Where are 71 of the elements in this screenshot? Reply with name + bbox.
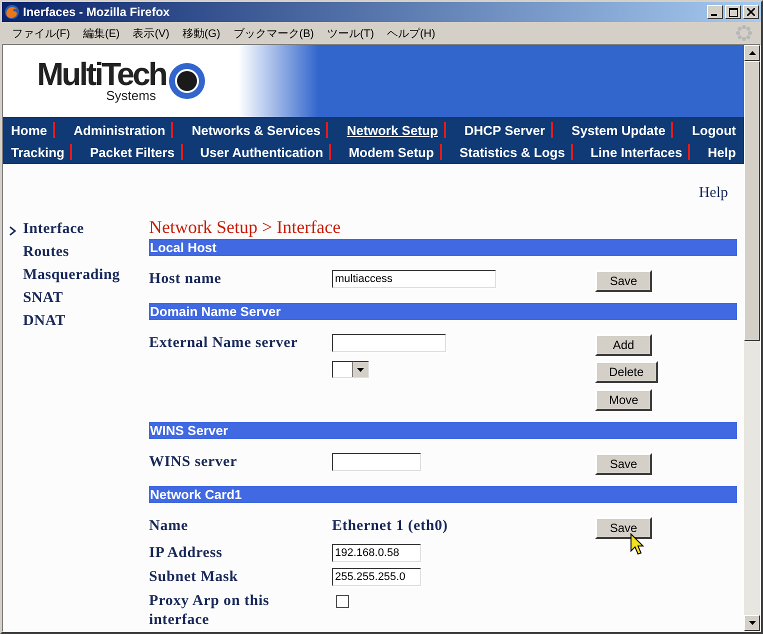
nav-link[interactable]: Network Setup bbox=[346, 122, 438, 138]
maximize-icon bbox=[728, 8, 738, 16]
field-label: Name bbox=[149, 517, 190, 536]
section-header: Domain Name Server bbox=[149, 303, 737, 320]
form-button[interactable]: Save bbox=[595, 517, 652, 539]
section-header: WINS Server bbox=[149, 422, 737, 439]
section-header: Local Host bbox=[149, 239, 737, 256]
nav-link[interactable]: DHCP Server bbox=[464, 122, 546, 138]
dropdown[interactable] bbox=[332, 361, 369, 378]
dropdown-arrow-icon bbox=[357, 368, 364, 372]
close-button[interactable] bbox=[743, 5, 759, 19]
menu-item[interactable]: ツール(T) bbox=[322, 26, 383, 40]
down-arrow-icon bbox=[748, 621, 756, 625]
menu-item[interactable]: 移動(G) bbox=[178, 26, 230, 40]
field-label: IP Address bbox=[149, 544, 224, 563]
minimize-button[interactable] bbox=[707, 5, 723, 19]
throbber-icon bbox=[735, 24, 753, 42]
field-value: Ethernet 1 (eth0) bbox=[332, 517, 449, 536]
sidebar-item[interactable]: Routes bbox=[7, 244, 69, 261]
nav-link[interactable]: Home bbox=[11, 122, 48, 138]
input-field[interactable]: 192.168.0.58 bbox=[332, 544, 421, 562]
field-label: Host name bbox=[149, 270, 222, 289]
field-label: Proxy Arp on this interface bbox=[149, 592, 270, 630]
nav-link[interactable]: Networks & Services bbox=[192, 122, 320, 138]
logo-wordmark: MultiTech bbox=[37, 59, 166, 89]
input-field[interactable] bbox=[332, 453, 421, 471]
menu-item[interactable]: 表示(V) bbox=[128, 26, 178, 40]
nav-link[interactable]: Packet Filters bbox=[90, 144, 175, 160]
close-icon bbox=[747, 8, 755, 16]
sidebar-item[interactable]: SNAT bbox=[7, 290, 64, 307]
up-arrow-icon bbox=[748, 51, 756, 55]
page-title: Network Setup > Interface bbox=[149, 216, 342, 238]
mouse-cursor-icon bbox=[630, 533, 644, 555]
checkbox[interactable] bbox=[336, 595, 349, 608]
maximize-button[interactable] bbox=[725, 5, 741, 19]
nav-link[interactable]: Administration bbox=[74, 122, 166, 138]
menu-item[interactable]: ファイル(F) bbox=[8, 26, 80, 40]
form-button[interactable]: Move bbox=[595, 389, 652, 411]
nav-link[interactable]: Modem Setup bbox=[348, 144, 434, 160]
field-label: External Name server bbox=[149, 334, 299, 353]
sidebar-item[interactable]: Masquerading bbox=[7, 267, 120, 284]
form-button[interactable]: Save bbox=[595, 270, 652, 292]
input-field[interactable]: 255.255.255.0 bbox=[332, 568, 421, 586]
input-field[interactable]: multiaccess bbox=[332, 270, 496, 288]
form-button[interactable]: Delete bbox=[595, 361, 658, 383]
logo-subtitle: Systems bbox=[106, 89, 156, 103]
nav-link[interactable]: Statistics & Logs bbox=[459, 144, 565, 160]
nav-link[interactable]: Tracking bbox=[11, 144, 64, 160]
scroll-down-button[interactable] bbox=[744, 615, 760, 631]
scroll-thumb[interactable] bbox=[744, 61, 760, 341]
nav-link[interactable]: Help bbox=[708, 144, 736, 160]
menu-item[interactable]: ブックマーク(B) bbox=[229, 26, 323, 40]
menu-item[interactable]: 編集(E) bbox=[79, 26, 129, 40]
nav-link[interactable]: User Authentication bbox=[200, 144, 324, 160]
scroll-up-button[interactable] bbox=[744, 45, 760, 61]
field-label: WINS server bbox=[149, 453, 238, 472]
form-button[interactable]: Add bbox=[595, 334, 652, 356]
input-field[interactable] bbox=[332, 334, 446, 352]
form-button[interactable]: Save bbox=[595, 453, 652, 475]
field-label: Subnet Mask bbox=[149, 568, 240, 587]
nav-link[interactable]: Logout bbox=[692, 122, 736, 138]
logo-circle-icon bbox=[168, 62, 206, 100]
menu-item[interactable]: ヘルプ(H) bbox=[383, 26, 444, 40]
section-header: Network Card1 bbox=[149, 486, 737, 503]
help-link[interactable]: Help bbox=[698, 185, 728, 201]
browser-logo-icon bbox=[4, 4, 20, 20]
sidebar-item[interactable]: DNAT bbox=[7, 313, 66, 330]
nav-link[interactable]: System Update bbox=[572, 122, 666, 138]
sidebar-item[interactable]: Interface bbox=[7, 221, 84, 238]
nav-link[interactable]: Line Interfaces bbox=[590, 144, 682, 160]
window-title: Inerfaces - Mozilla Firefox bbox=[23, 5, 171, 19]
